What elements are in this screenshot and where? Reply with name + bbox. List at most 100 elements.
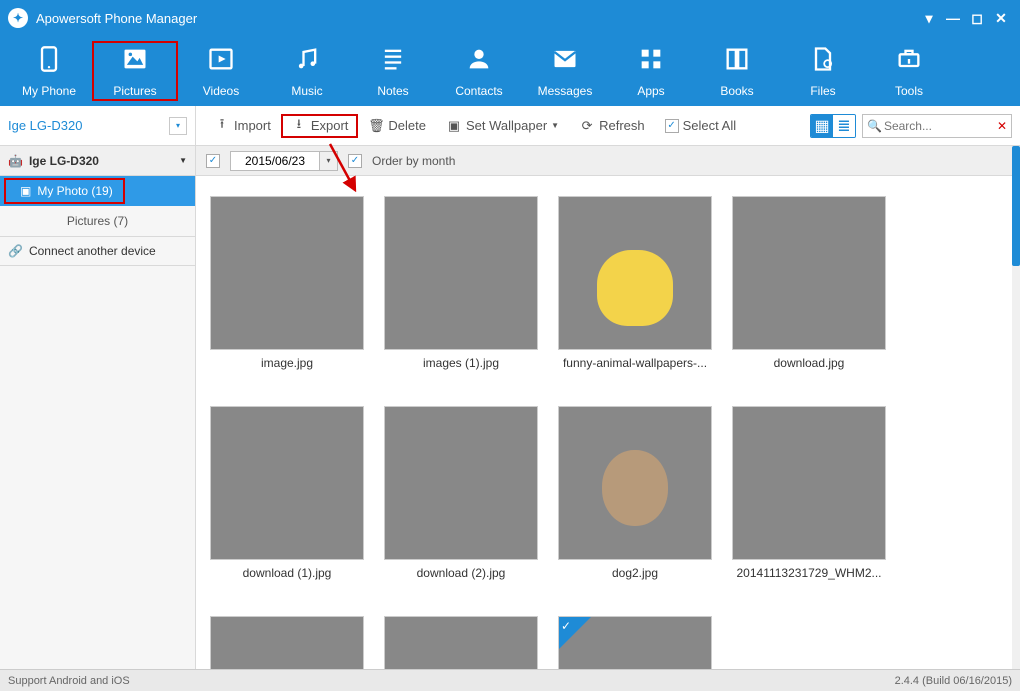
- refresh-button[interactable]: ⟳ Refresh: [569, 114, 655, 138]
- tab-files[interactable]: Files: [780, 41, 866, 101]
- close-button[interactable]: ✕: [990, 7, 1012, 29]
- status-right: 2.4.4 (Build 06/16/2015): [895, 675, 1012, 687]
- thumbnail-image[interactable]: [384, 406, 538, 560]
- tab-label: My Phone: [22, 84, 76, 98]
- sidebar-item-my-photo[interactable]: ▣ My Photo (19): [0, 176, 195, 206]
- tab-my-phone[interactable]: My Phone: [6, 41, 92, 101]
- app-title: Apowersoft Phone Manager: [36, 11, 197, 26]
- tab-label: Contacts: [455, 84, 502, 98]
- tab-contacts[interactable]: Contacts: [436, 41, 522, 101]
- thumbnail-item[interactable]: dog2.jpg: [558, 406, 712, 580]
- tab-messages[interactable]: Messages: [522, 41, 608, 101]
- tab-apps[interactable]: Apps: [608, 41, 694, 101]
- thumbnail-image[interactable]: [558, 406, 712, 560]
- connect-another-device[interactable]: 🔗 Connect another device: [0, 236, 195, 266]
- thumbnail-filename: download (1).jpg: [243, 566, 332, 580]
- minimize-button[interactable]: —: [942, 7, 964, 29]
- thumbnail-item[interactable]: download.jpg: [732, 196, 886, 370]
- tab-music[interactable]: Music: [264, 41, 350, 101]
- search-input[interactable]: [884, 119, 997, 133]
- thumbnail-image[interactable]: [384, 196, 538, 350]
- sidebar-item-pictures[interactable]: Pictures (7): [0, 206, 195, 236]
- thumbnail-grid: image.jpg images (1).jpg funny-animal-wall…: [196, 176, 1020, 669]
- tab-pictures[interactable]: Pictures: [92, 41, 178, 101]
- messages-icon: [549, 45, 581, 80]
- thumbnail-item[interactable]: download (2).jpg: [384, 406, 538, 580]
- device-selector[interactable]: Ige LG-D320 ▾: [0, 106, 196, 146]
- phone-icon: [33, 45, 65, 80]
- date-dropdown-icon[interactable]: ▾: [320, 151, 338, 171]
- filter-bar: ✓ ▾ ✓ Order by month: [196, 146, 1020, 176]
- import-label: Import: [234, 118, 271, 133]
- thumbnail-filename: 20141113231729_WHM2...: [737, 566, 882, 580]
- thumbnail-image[interactable]: ✓: [558, 616, 712, 669]
- scrollbar[interactable]: [1012, 146, 1020, 669]
- sidebar-item-label: My Photo (19): [37, 184, 112, 198]
- grid-view-button[interactable]: ▦: [811, 115, 833, 137]
- dropdown-menu-icon[interactable]: ▾: [918, 7, 940, 29]
- tab-books[interactable]: Books: [694, 41, 780, 101]
- thumbnail-item[interactable]: download (1).jpg: [210, 406, 364, 580]
- app-logo-icon: ✦: [8, 8, 28, 28]
- checkbox-icon: ✓: [665, 119, 679, 133]
- tab-label: Music: [291, 84, 322, 98]
- chevron-down-icon: ▼: [179, 156, 187, 165]
- set-wallpaper-button[interactable]: ▣ Set Wallpaper ▼: [436, 114, 569, 138]
- device-header[interactable]: 🤖 Ige LG-D320 ▼: [0, 146, 195, 176]
- thumbnail-image[interactable]: [210, 196, 364, 350]
- import-button[interactable]: ⭱ Import: [204, 114, 281, 138]
- view-toggle: ▦ ≣: [810, 114, 856, 138]
- export-icon: ⭳: [291, 118, 307, 134]
- date-input[interactable]: [230, 151, 320, 171]
- dropdown-icon[interactable]: ▾: [169, 117, 187, 135]
- contacts-icon: [463, 45, 495, 80]
- thumbnail-item[interactable]: ✓: [558, 616, 712, 669]
- tab-notes[interactable]: Notes: [350, 41, 436, 101]
- tab-label: Apps: [637, 84, 664, 98]
- wallpaper-icon: ▣: [446, 118, 462, 134]
- tab-label: Notes: [377, 84, 408, 98]
- scrollbar-thumb[interactable]: [1012, 146, 1020, 266]
- clear-search-icon[interactable]: ✕: [997, 119, 1007, 133]
- check-icon: ✓: [561, 619, 571, 633]
- tab-tools[interactable]: Tools: [866, 41, 952, 101]
- device-name: Ige LG-D320: [8, 118, 169, 133]
- tab-label: Pictures: [113, 84, 156, 98]
- thumbnail-item[interactable]: [384, 616, 538, 669]
- select-all-checkbox[interactable]: ✓: [206, 154, 220, 168]
- thumbnail-image[interactable]: [732, 196, 886, 350]
- list-view-button[interactable]: ≣: [833, 115, 855, 137]
- order-by-month-label: Order by month: [372, 154, 455, 168]
- thumbnail-image[interactable]: [558, 196, 712, 350]
- thumbnail-item[interactable]: 20141113231729_WHM2...: [732, 406, 886, 580]
- tab-videos[interactable]: Videos: [178, 41, 264, 101]
- title-bar: ✦ Apowersoft Phone Manager ▾ — ◻ ✕: [0, 0, 1020, 36]
- main-tabs: My Phone Pictures Videos Music Notes Con…: [0, 36, 1020, 106]
- thumbnail-image[interactable]: [732, 406, 886, 560]
- thumbnail-image[interactable]: [384, 616, 538, 669]
- thumbnail-image[interactable]: [210, 616, 364, 669]
- thumbnail-item[interactable]: [210, 616, 364, 669]
- trash-icon: 🗑: [368, 118, 384, 134]
- thumbnail-item[interactable]: images (1).jpg: [384, 196, 538, 370]
- order-by-month-checkbox[interactable]: ✓: [348, 154, 362, 168]
- thumbnail-item[interactable]: image.jpg: [210, 196, 364, 370]
- select-all-button[interactable]: ✓ Select All: [655, 114, 746, 137]
- video-icon: [205, 45, 237, 80]
- search-box[interactable]: 🔍 ✕: [862, 114, 1012, 138]
- select-all-label: Select All: [683, 118, 736, 133]
- export-button[interactable]: ⭳ Export: [281, 114, 359, 138]
- status-bar: Support Android and iOS 2.4.4 (Build 06/…: [0, 669, 1020, 691]
- toolbar: Ige LG-D320 ▾ ⭱ Import ⭳ Export 🗑 Delete…: [0, 106, 1020, 146]
- tab-label: Messages: [538, 84, 593, 98]
- tab-label: Tools: [895, 84, 923, 98]
- thumbnail-image[interactable]: [210, 406, 364, 560]
- android-icon: 🤖: [8, 154, 23, 168]
- sidebar-item-label: Pictures (7): [67, 214, 128, 228]
- thumbnail-filename: images (1).jpg: [423, 356, 499, 370]
- delete-button[interactable]: 🗑 Delete: [358, 114, 436, 138]
- maximize-button[interactable]: ◻: [966, 7, 988, 29]
- import-icon: ⭱: [214, 118, 230, 134]
- thumbnail-item[interactable]: funny-animal-wallpapers-...: [558, 196, 712, 370]
- sidebar: 🤖 Ige LG-D320 ▼ ▣ My Photo (19) Pictures…: [0, 146, 196, 669]
